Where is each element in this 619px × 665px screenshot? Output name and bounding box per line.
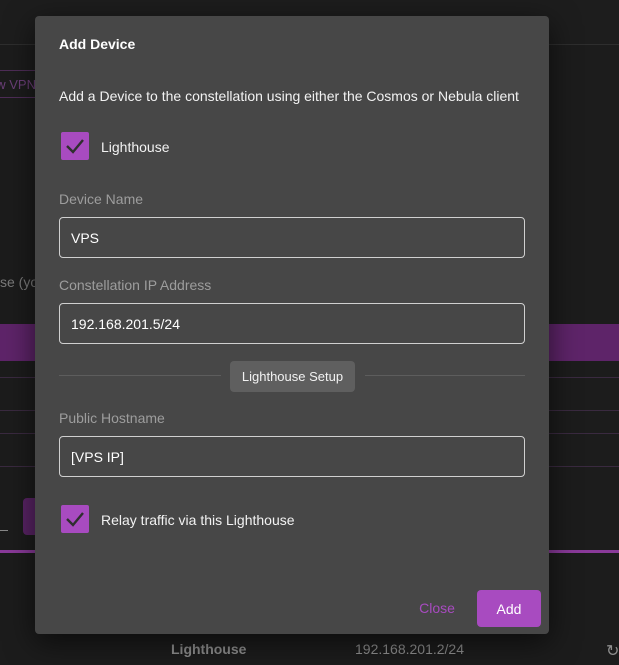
refresh-icon[interactable]: ↻ (606, 641, 619, 661)
device-name-label: Device Name (59, 191, 144, 207)
ip-address-label: Constellation IP Address (59, 277, 212, 293)
device-name-cell: Lighthouse (171, 641, 247, 657)
section-divider-left (59, 375, 221, 376)
section-divider-right (365, 375, 525, 376)
public-hostname-input[interactable] (59, 436, 525, 477)
dialog-description: Add a Device to the constellation using … (59, 88, 519, 104)
add-device-dialog: Add Device Add a Device to the constella… (35, 16, 549, 634)
relay-checkbox-label: Relay traffic via this Lighthouse (101, 512, 295, 528)
close-button[interactable]: Close (411, 592, 463, 624)
ip-address-input[interactable] (59, 303, 525, 344)
check-icon (66, 512, 84, 527)
public-hostname-label: Public Hostname (59, 410, 165, 426)
add-button[interactable]: Add (477, 590, 541, 627)
dialog-title: Add Device (59, 36, 136, 52)
lighthouse-checkbox-label: Lighthouse (101, 139, 170, 155)
input-underline (0, 530, 8, 531)
device-name-input[interactable] (59, 217, 525, 258)
lighthouse-setup-button[interactable]: Lighthouse Setup (230, 361, 355, 392)
relay-checkbox[interactable] (61, 505, 89, 533)
device-ip-cell: 192.168.201.2/24 (355, 641, 464, 657)
background-text: se (yo (0, 274, 39, 290)
lighthouse-checkbox[interactable] (61, 132, 89, 160)
check-icon (66, 139, 84, 154)
new-vpn-button-label: w VPN (0, 77, 36, 92)
